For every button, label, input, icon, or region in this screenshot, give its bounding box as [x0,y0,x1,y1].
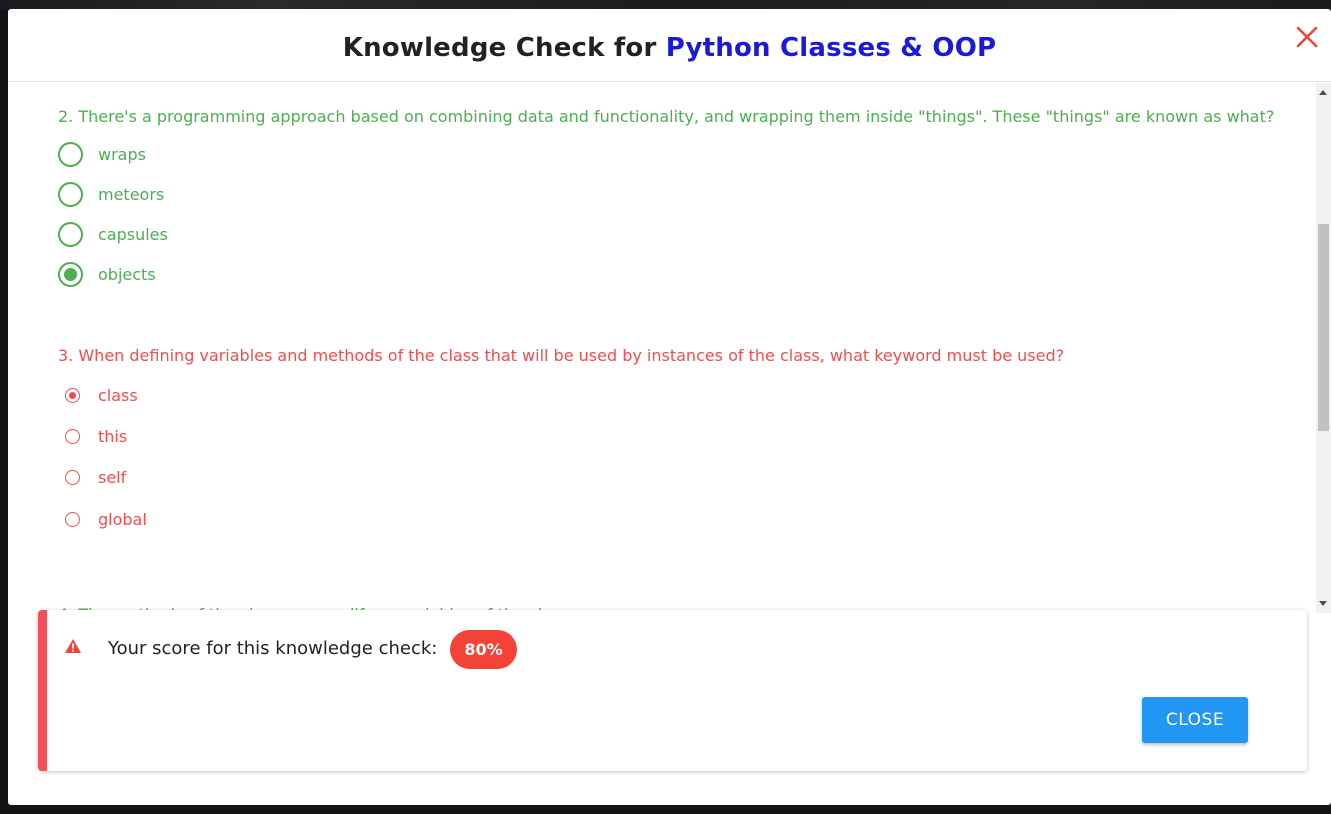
option-meteors[interactable]: meteors [58,182,164,207]
option-global[interactable]: global [58,510,147,529]
warning-icon [64,638,82,654]
radio-unselected-icon[interactable] [65,470,80,485]
page-backdrop [0,0,1331,9]
radio-unselected-icon[interactable] [65,512,80,527]
radio-unselected-icon[interactable] [58,182,83,207]
option-label: self [98,468,127,487]
score-message: Your score for this knowledge check: [108,638,438,659]
radio-unselected-icon[interactable] [65,429,80,444]
score-badge: 80% [450,630,517,669]
radio-selected-icon[interactable] [58,262,83,287]
option-self[interactable]: self [58,468,126,487]
option-class[interactable]: class [58,386,138,405]
option-label: global [98,510,147,529]
question-text: 3. When defining variables and methods o… [58,346,1065,365]
modal-title-prefix: Knowledge Check for [342,33,666,63]
scroll-thumb[interactable] [1318,224,1329,431]
radio-unselected-icon[interactable] [58,142,83,167]
radio-selected-icon[interactable] [65,388,80,403]
option-objects[interactable]: objects [58,262,156,287]
modal-title-topic: Python Classes & OOP [665,33,997,63]
question-2: 2. There's a programming approach based … [58,107,1274,126]
modal-header: Knowledge Check for Python Classes & OOP [8,9,1331,82]
option-this[interactable]: this [58,427,127,446]
scroll-down-arrow-icon[interactable] [1319,601,1327,606]
knowledge-check-modal: Knowledge Check for Python Classes & OOP… [8,9,1331,805]
score-alert-card: Your score for this knowledge check: 80%… [38,610,1307,771]
question-3: 3. When defining variables and methods o… [58,346,1064,365]
questions-scroll-area[interactable]: 2. There's a programming approach based … [8,83,1331,613]
close-button[interactable]: CLOSE [1142,697,1248,743]
option-wraps[interactable]: wraps [58,142,146,167]
radio-unselected-icon[interactable] [58,222,83,247]
option-label: this [98,427,128,446]
option-label: objects [98,265,156,284]
modal-title: Knowledge Check for Python Classes & OOP [343,33,997,63]
scrollbar[interactable] [1316,83,1331,613]
option-capsules[interactable]: capsules [58,222,168,247]
option-label: capsules [98,225,168,244]
question-text: 2. There's a programming approach based … [58,107,1275,126]
close-icon[interactable] [1293,23,1321,51]
option-label: wraps [98,145,146,164]
option-label: class [98,386,138,405]
scroll-up-arrow-icon[interactable] [1319,90,1327,95]
option-label: meteors [98,185,165,204]
